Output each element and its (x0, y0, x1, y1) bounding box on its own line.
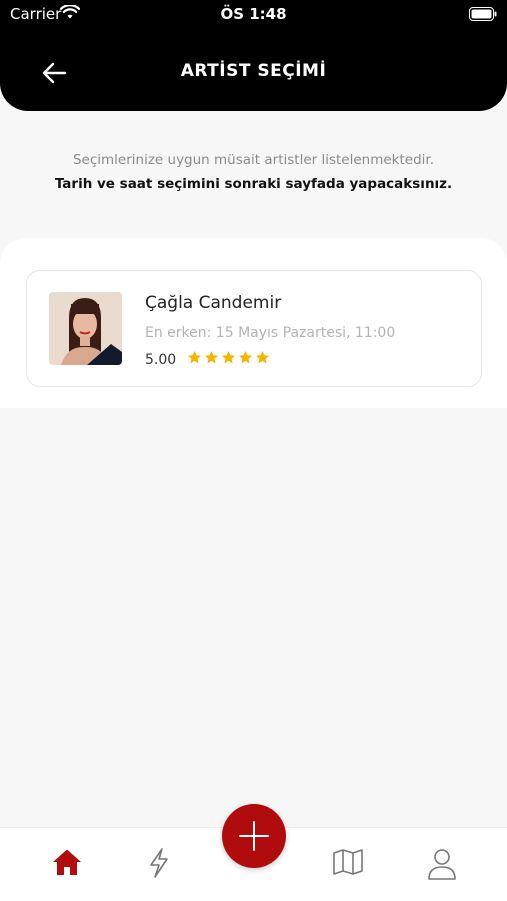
star-icon (187, 350, 202, 364)
star-icon (255, 350, 270, 364)
info-subtitle: Seçimlerinize uygun müsait artistler lis… (72, 152, 435, 168)
info-text: Seçimlerinize uygun müsait artistler lis… (0, 152, 507, 192)
add-button[interactable] (222, 804, 286, 868)
tab-map[interactable] (332, 848, 364, 880)
status-bar: Carrier ÖS 1:48 (0, 0, 507, 30)
user-icon (427, 849, 457, 884)
rating-value: 5.00 (145, 352, 177, 368)
earliest-availability: En erken: 15 Mayıs Pazartesi, 11:00 (145, 325, 396, 341)
star-icon (221, 350, 236, 364)
star-icon (204, 350, 219, 364)
status-time: ÖS 1:48 (220, 5, 287, 23)
battery-icon (469, 6, 497, 25)
artist-list: Çağla Candemir En erken: 15 Mayıs Pazart… (0, 238, 507, 408)
lightning-icon (147, 848, 171, 882)
star-rating (187, 350, 270, 365)
header: Carrier ÖS 1:48 ARTİST SEÇİMİ (0, 0, 507, 111)
info-note: Tarih ve saat seçimini sonraki sayfada y… (54, 176, 453, 192)
home-icon (52, 849, 82, 880)
tab-lightning[interactable] (147, 848, 171, 882)
map-icon (332, 849, 364, 880)
artist-name: Çağla Candemir (145, 293, 282, 313)
artist-card[interactable]: Çağla Candemir En erken: 15 Mayıs Pazart… (26, 270, 482, 387)
tab-profile[interactable] (427, 848, 457, 884)
artist-avatar (49, 292, 122, 365)
page-title: ARTİST SEÇİMİ (180, 61, 327, 81)
star-icon (238, 350, 253, 364)
plus-icon (238, 820, 270, 856)
tab-home[interactable] (52, 848, 82, 880)
